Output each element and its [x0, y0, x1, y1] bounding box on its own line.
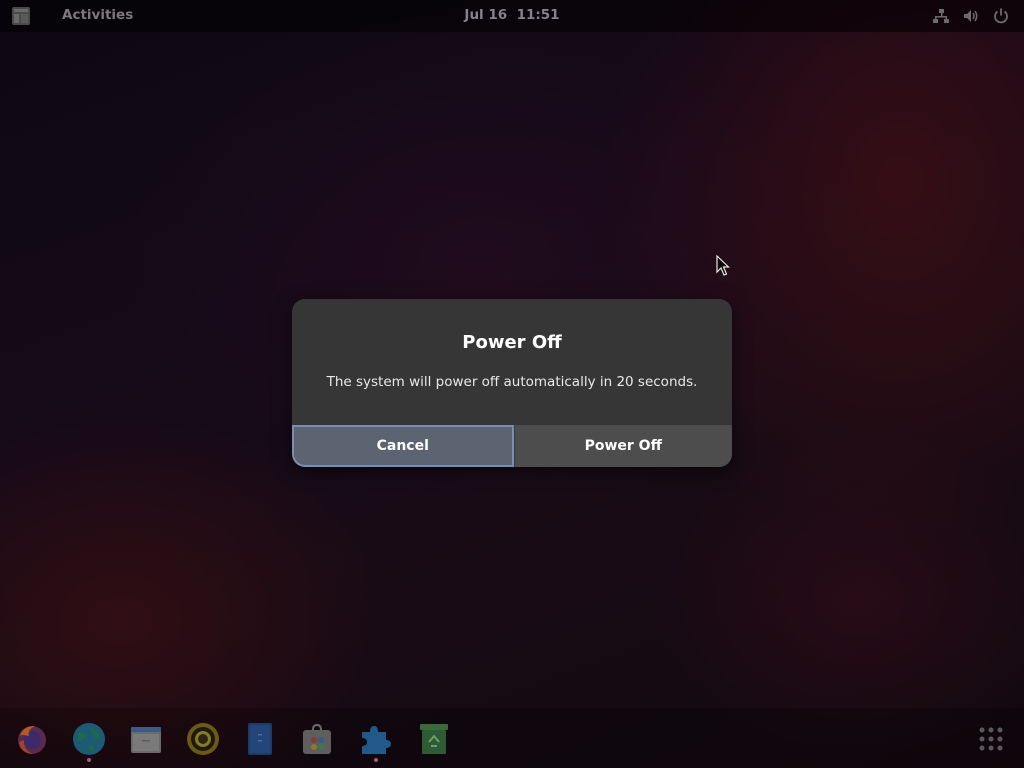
dialog-button-bar: Cancel Power Off: [292, 425, 732, 467]
dock: [0, 708, 1024, 768]
rhythmbox-icon[interactable]: [186, 722, 220, 756]
clock-time[interactable]: 11:51: [517, 7, 560, 23]
power-off-dialog: Power Off The system will power off auto…: [292, 299, 732, 467]
cancel-button[interactable]: Cancel: [292, 425, 514, 467]
mouse-cursor-icon: [716, 255, 730, 276]
app-grid-icon[interactable]: [978, 726, 1004, 752]
clock-date[interactable]: Jul 16: [464, 7, 507, 23]
activities-button[interactable]: Activities: [62, 7, 133, 23]
overview-icon[interactable]: [12, 7, 30, 25]
trash-icon[interactable]: [417, 722, 451, 756]
dialog-message: The system will power off automatically …: [326, 374, 698, 390]
volume-icon[interactable]: [962, 7, 980, 25]
running-indicator: [374, 758, 378, 762]
extensions-icon[interactable]: [358, 722, 392, 756]
files-icon[interactable]: [129, 722, 163, 756]
power-off-button[interactable]: Power Off: [513, 425, 732, 467]
system-tray[interactable]: [932, 7, 1010, 25]
dialog-title: Power Off: [462, 332, 562, 353]
top-bar: Activities Jul 16 11:51: [0, 0, 1024, 32]
running-indicator: [87, 758, 91, 762]
clock: Jul 16 11:51: [0, 7, 1024, 23]
browser-globe-icon[interactable]: [72, 722, 106, 756]
power-icon[interactable]: [992, 7, 1010, 25]
firefox-icon[interactable]: [15, 722, 49, 756]
software-center-icon[interactable]: [300, 722, 334, 756]
text-editor-icon[interactable]: [243, 722, 277, 756]
network-icon[interactable]: [932, 7, 950, 25]
